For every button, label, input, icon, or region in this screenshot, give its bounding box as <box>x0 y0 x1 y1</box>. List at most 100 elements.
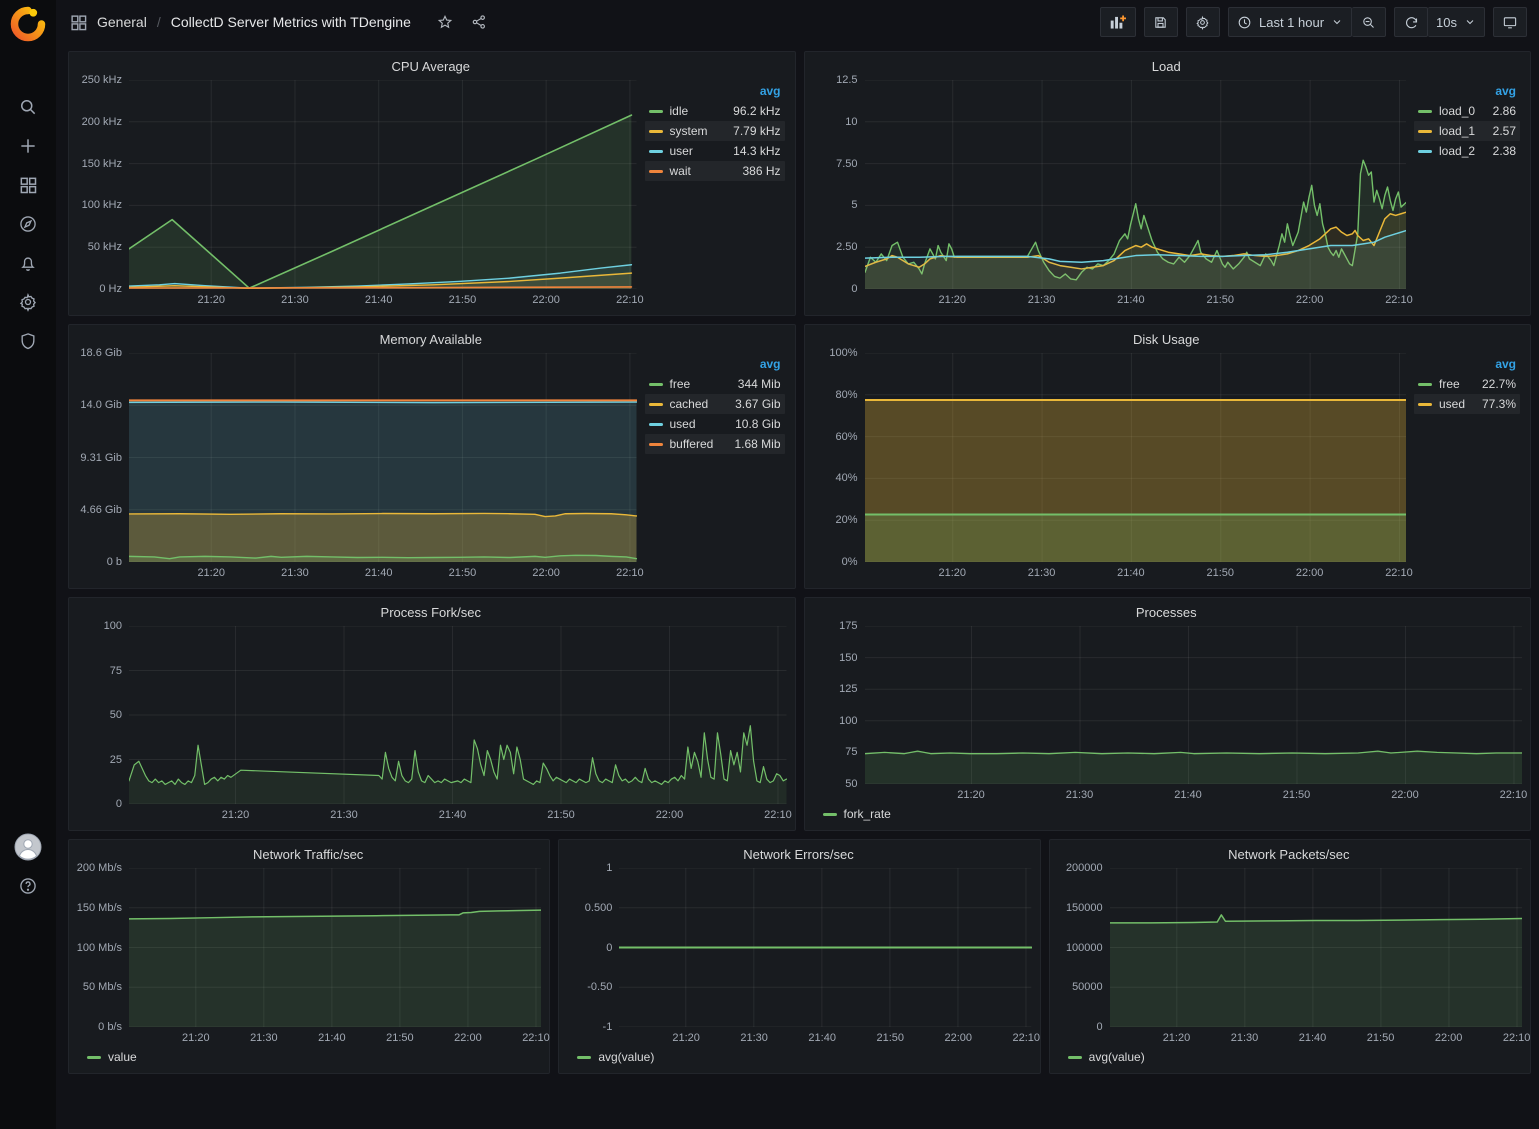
server-admin-shield-icon[interactable] <box>0 323 56 359</box>
plot-area[interactable] <box>865 626 1523 784</box>
legend-item[interactable]: free22.7% <box>1414 374 1520 394</box>
panel-title[interactable]: Memory Available <box>75 329 787 353</box>
series-avg-value: 2.57 <box>1493 124 1516 138</box>
y-tick-label: 200000 <box>1066 862 1103 874</box>
series-name[interactable]: avg(value) <box>598 1050 1031 1064</box>
x-tick-label: 21:40 <box>1299 1032 1327 1044</box>
legend-item[interactable]: wait386 Hz <box>645 161 785 181</box>
plot-area[interactable] <box>619 868 1031 1027</box>
legend-item[interactable]: free344 Mib <box>645 374 785 394</box>
legend-item[interactable]: load_02.86 <box>1414 101 1520 121</box>
x-axis: 21:2021:3021:4021:5022:0022:10 <box>865 784 1523 804</box>
panel-disk-usage: Disk Usage 100%80%60%40%20%0%21:2021:302… <box>804 324 1532 589</box>
x-axis: 21:2021:3021:4021:5022:0022:10 <box>865 289 1407 309</box>
series-name[interactable]: avg(value) <box>1089 1050 1522 1064</box>
legend-item[interactable]: load_1 2.57 <box>1414 121 1520 141</box>
plot-area[interactable] <box>129 353 637 562</box>
help-icon[interactable] <box>0 868 56 904</box>
memory-chart: 18.6 Gib14.0 Gib9.31 Gib4.66 Gib0 b21:20… <box>75 353 637 582</box>
dashboards-icon[interactable] <box>0 167 56 203</box>
panel-title[interactable]: Disk Usage <box>811 329 1523 353</box>
y-tick-label: 175 <box>839 620 857 632</box>
load-legend: avgload_02.86load_12.57load_22.38 <box>1406 80 1522 309</box>
create-icon[interactable] <box>0 128 56 164</box>
plot-area[interactable] <box>129 626 787 804</box>
legend-avg-header: avg <box>1414 357 1516 371</box>
y-tick-label: 0 <box>116 798 122 810</box>
x-tick-label: 21:20 <box>1163 1032 1191 1044</box>
dashboard-settings-button[interactable] <box>1186 7 1220 37</box>
legend-item[interactable]: load_22.38 <box>1414 141 1520 161</box>
legend-item[interactable]: idle96.2 kHz <box>645 101 785 121</box>
legend-item[interactable]: buffered1.68 Mib <box>645 434 785 454</box>
x-tick-label: 21:20 <box>957 789 985 801</box>
share-icon[interactable] <box>471 14 487 30</box>
plot-area[interactable] <box>865 80 1407 289</box>
legend-item[interactable]: user14.3 kHz <box>645 141 785 161</box>
x-tick-label: 22:10 <box>764 809 792 821</box>
legend-item[interactable]: cached3.67 Gib <box>645 394 785 414</box>
series-name[interactable]: fork_rate <box>844 807 1523 821</box>
grafana-logo[interactable] <box>10 6 46 42</box>
x-tick-label: 22:10 <box>1385 567 1413 579</box>
series-avg-value: 14.3 kHz <box>733 144 780 158</box>
y-tick-label: 0 b/s <box>98 1021 122 1033</box>
y-tick-label: 14.0 Gib <box>80 399 122 411</box>
legend-item[interactable]: system7.79 kHz <box>645 121 785 141</box>
panel-title[interactable]: Load <box>811 56 1523 80</box>
cycle-view-mode-button[interactable] <box>1493 7 1527 37</box>
refresh-button[interactable] <box>1394 7 1428 37</box>
series-color-dash[interactable] <box>87 1056 101 1059</box>
panel-title[interactable]: Network Packets/sec <box>1056 844 1522 868</box>
explore-icon[interactable] <box>0 206 56 242</box>
panel-process-fork: Process Fork/sec 100755025021:2021:3021:… <box>68 597 796 831</box>
legend-item[interactable]: used10.8 Gib <box>645 414 785 434</box>
series-color-dash[interactable] <box>577 1056 591 1059</box>
series-avg-value: 2.86 <box>1493 104 1516 118</box>
series-name: wait <box>670 164 736 178</box>
panel-title[interactable]: Network Traffic/sec <box>75 844 541 868</box>
series-name: system <box>670 124 727 138</box>
add-panel-button[interactable] <box>1100 7 1136 37</box>
x-tick-label: 22:10 <box>1500 789 1528 801</box>
series-color-dash[interactable] <box>823 813 837 816</box>
x-tick-label: 22:00 <box>1435 1032 1463 1044</box>
legend-item[interactable]: used77.3% <box>1414 394 1520 414</box>
series-name: load_1 <box>1439 124 1486 138</box>
x-tick-label: 21:20 <box>197 294 225 306</box>
user-avatar[interactable] <box>0 829 56 865</box>
alerting-bell-icon[interactable] <box>0 245 56 281</box>
legend-avg-header: avg <box>645 357 781 371</box>
star-icon[interactable] <box>437 14 453 30</box>
x-tick-label: 22:00 <box>532 567 560 579</box>
refresh-interval-picker[interactable]: 10s <box>1428 7 1485 37</box>
time-range-picker[interactable]: Last 1 hour <box>1228 7 1352 37</box>
panel-title[interactable]: CPU Average <box>75 56 787 80</box>
series-name[interactable]: value <box>108 1050 541 1064</box>
plot-area[interactable] <box>1110 868 1522 1027</box>
x-tick-label: 21:40 <box>439 809 467 821</box>
configuration-gear-icon[interactable] <box>0 284 56 320</box>
panel-title[interactable]: Network Errors/sec <box>565 844 1031 868</box>
plot-area[interactable] <box>129 80 637 289</box>
save-dashboard-button[interactable] <box>1144 7 1178 37</box>
x-tick-label: 22:10 <box>1013 1032 1041 1044</box>
y-axis: 1751501251007550 <box>811 626 865 784</box>
series-color-dash[interactable] <box>1068 1056 1082 1059</box>
plot-area[interactable] <box>129 868 541 1027</box>
top-nav: General / CollectD Server Metrics with T… <box>56 0 1539 44</box>
panel-title[interactable]: Process Fork/sec <box>75 602 787 626</box>
y-tick-label: 50 <box>845 778 857 790</box>
breadcrumb-section[interactable]: General <box>97 14 147 30</box>
zoom-out-time-button[interactable] <box>1352 7 1386 37</box>
x-tick-label: 21:50 <box>1206 567 1234 579</box>
series-avg-value: 10.8 Gib <box>735 417 780 431</box>
y-tick-label: 7.50 <box>836 158 857 170</box>
search-icon[interactable] <box>0 89 56 125</box>
series-color-dash <box>649 423 663 426</box>
x-tick-label: 22:00 <box>944 1032 972 1044</box>
plot-area[interactable] <box>865 353 1407 562</box>
x-tick-label: 21:50 <box>1367 1032 1395 1044</box>
panel-title[interactable]: Processes <box>811 602 1523 626</box>
refresh-interval-label: 10s <box>1436 15 1457 30</box>
